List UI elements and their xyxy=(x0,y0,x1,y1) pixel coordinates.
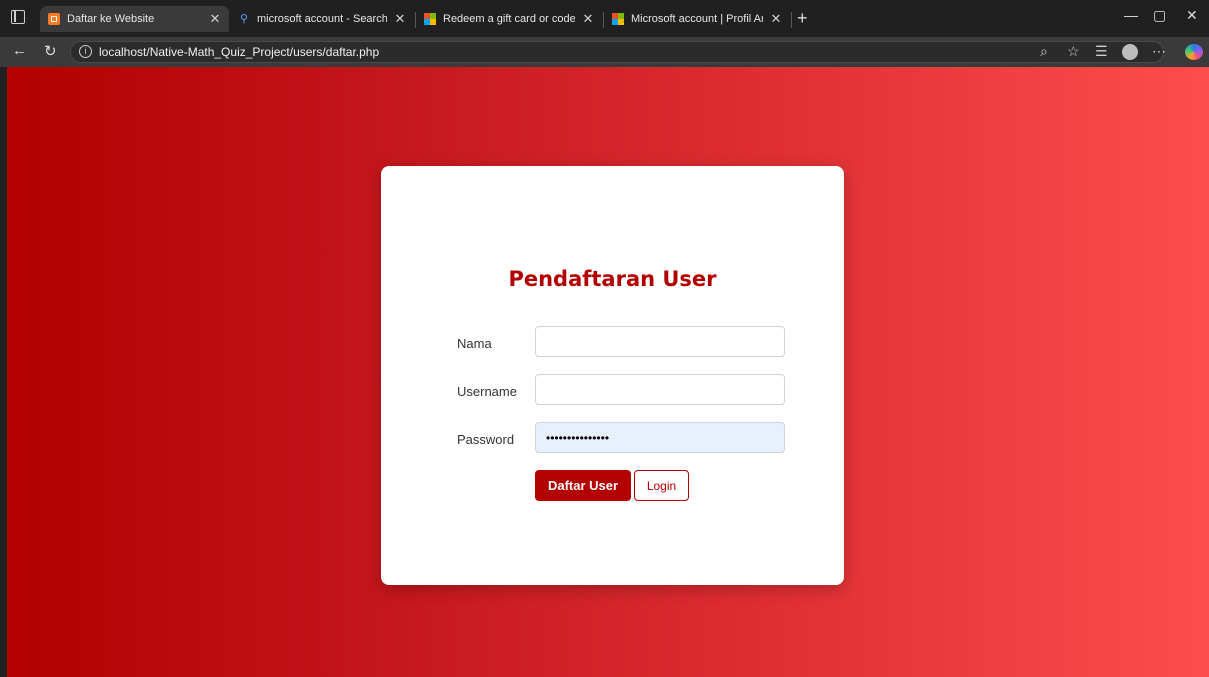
daftar-user-button[interactable]: Daftar User xyxy=(535,470,631,501)
page-background: Pendaftaran User Nama Username Password … xyxy=(7,67,1209,677)
microsoft-icon xyxy=(424,13,436,25)
copilot-icon[interactable] xyxy=(1185,44,1203,60)
password-input[interactable] xyxy=(535,422,785,453)
tab-divider xyxy=(791,12,792,28)
more-icon[interactable]: ⋯ xyxy=(1152,43,1166,60)
profile-avatar-icon[interactable] xyxy=(1122,44,1138,60)
refresh-icon[interactable]: ↻ xyxy=(44,42,57,60)
info-icon[interactable]: i xyxy=(79,45,92,58)
tab-label: Redeem a gift card or code to yo xyxy=(443,13,575,25)
address-bar[interactable]: i localhost/Native-Math_Quiz_Project/use… xyxy=(70,41,1164,63)
close-icon[interactable]: ✕ xyxy=(582,11,594,27)
sidebar-toggle-icon[interactable] xyxy=(11,10,25,24)
tab-redeem[interactable]: Redeem a gift card or code to yo ✕ xyxy=(416,6,602,32)
search-icon: ⚲ xyxy=(239,13,249,25)
close-window-icon[interactable]: ✕ xyxy=(1186,7,1198,24)
maximize-icon[interactable]: ▢ xyxy=(1153,7,1166,24)
login-button[interactable]: Login xyxy=(634,470,689,501)
read-aloud-icon[interactable]: ⌕ xyxy=(1040,43,1048,60)
minimize-icon[interactable]: — xyxy=(1124,7,1138,23)
username-input[interactable] xyxy=(535,374,785,405)
new-tab-icon[interactable]: + xyxy=(797,6,808,30)
xampp-icon xyxy=(48,13,60,25)
close-icon[interactable]: ✕ xyxy=(209,11,221,27)
tab-label: microsoft account - Search xyxy=(257,13,387,25)
close-icon[interactable]: ✕ xyxy=(394,11,406,27)
back-icon[interactable]: ← xyxy=(12,42,27,59)
favorite-star-icon[interactable]: ☆ xyxy=(1067,43,1080,60)
tab-daftar[interactable]: Daftar ke Website ✕ xyxy=(40,6,229,32)
password-label: Password xyxy=(457,432,515,447)
tab-strip: Daftar ke Website ✕ ⚲ microsoft account … xyxy=(0,0,1209,37)
tab-search[interactable]: ⚲ microsoft account - Search ✕ xyxy=(230,6,414,32)
registration-card: Pendaftaran User Nama Username Password … xyxy=(381,166,844,585)
tab-label: Daftar ke Website xyxy=(67,13,155,25)
tab-label: Microsoft account | Profil Anda xyxy=(631,13,763,25)
url-text[interactable]: localhost/Native-Math_Quiz_Project/users… xyxy=(99,45,379,59)
favorites-icon[interactable]: ☰ xyxy=(1095,43,1108,60)
address-toolbar: ← ↻ i localhost/Native-Math_Quiz_Project… xyxy=(0,37,1209,67)
username-label: Username xyxy=(457,384,517,399)
nama-label: Nama xyxy=(457,336,492,351)
tab-microsoft-account[interactable]: Microsoft account | Profil Anda ✕ xyxy=(604,6,790,32)
page-title: Pendaftaran User xyxy=(508,267,717,291)
microsoft-icon xyxy=(612,13,624,25)
close-icon[interactable]: ✕ xyxy=(770,11,782,27)
nama-input[interactable] xyxy=(535,326,785,357)
